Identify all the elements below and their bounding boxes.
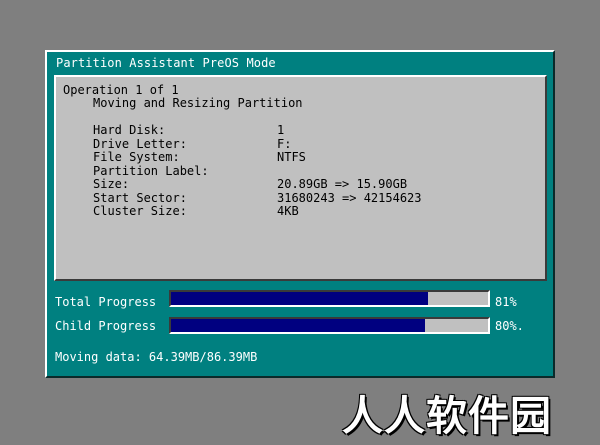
detail-label-drive-letter: Drive Letter: bbox=[93, 136, 187, 151]
child-progress-bar bbox=[169, 317, 490, 334]
child-progress-percent: 80%. bbox=[495, 319, 524, 333]
moving-data-status: Moving data: 64.39MB/86.39MB bbox=[55, 350, 258, 364]
child-progress-label: Child Progress bbox=[55, 319, 157, 333]
detail-label-start-sector: Start Sector: bbox=[93, 190, 187, 205]
detail-value-start-sector: 31680243 => 42154623 bbox=[277, 190, 422, 205]
total-progress-fill bbox=[171, 292, 428, 305]
child-progress-fill bbox=[171, 319, 425, 332]
operation-task: Moving and Resizing Partition bbox=[93, 96, 303, 110]
detail-value-file-system: NTFS bbox=[277, 150, 306, 164]
detail-value-hard-disk: 1 bbox=[277, 123, 285, 137]
total-progress-label: Total Progress bbox=[55, 295, 157, 309]
detail-value-size: 20.89GB => 15.90GB bbox=[277, 177, 408, 191]
total-progress-percent: 81% bbox=[495, 295, 517, 309]
window-title: Partition Assistant PreOS Mode bbox=[56, 56, 276, 70]
operation-details-panel: Operation 1 of 1 Moving and Resizing Par… bbox=[54, 75, 547, 281]
detail-label-cluster-size: Cluster Size: bbox=[93, 204, 187, 218]
detail-value-drive-letter: F: bbox=[277, 136, 292, 151]
detail-label-hard-disk: Hard Disk: bbox=[93, 123, 166, 137]
detail-label-partition-label: Partition Label: bbox=[93, 163, 209, 178]
total-progress-bar bbox=[169, 290, 490, 307]
detail-label-size: Size: bbox=[93, 177, 130, 191]
detail-value-cluster-size: 4KB bbox=[277, 204, 299, 218]
watermark-text: 人人软件园 bbox=[342, 392, 552, 440]
detail-label-file-system: File System: bbox=[93, 150, 180, 164]
preos-window: Partition Assistant PreOS Mode Operation… bbox=[45, 50, 555, 378]
